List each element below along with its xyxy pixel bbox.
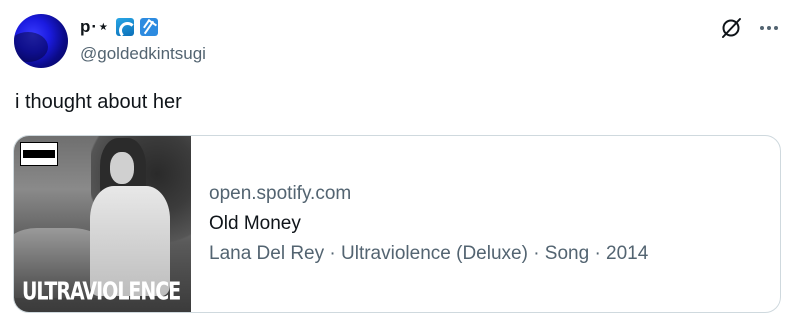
card-domain: open.spotify.com: [209, 183, 352, 204]
avatar[interactable]: [14, 14, 68, 68]
card-text[interactable]: open.spotify.com Old Money Lana Del Rey …: [209, 183, 648, 265]
author-name-row[interactable]: p·⋆: [80, 16, 158, 39]
water-wave-icon: [115, 18, 136, 39]
card-title: Old Money: [209, 213, 301, 234]
tweet-text: i thought about her: [15, 91, 182, 113]
parental-advisory-label: [20, 142, 58, 166]
card-description: Lana Del Rey · Ultraviolence (Deluxe) · …: [209, 243, 649, 264]
display-name[interactable]: p·⋆: [80, 17, 110, 37]
link-card[interactable]: ULTRAVIOLENCE open.spotify.com Old Money…: [13, 135, 781, 313]
album-art-face: [110, 152, 134, 184]
author-handle[interactable]: @goldedkintsugi: [80, 44, 206, 64]
album-art[interactable]: ULTRAVIOLENCE: [14, 136, 191, 312]
album-art-title: ULTRAVIOLENCE: [22, 277, 181, 306]
more-icon[interactable]: [757, 17, 781, 39]
sheaf-icon: [139, 18, 158, 36]
grok-icon[interactable]: [720, 17, 742, 39]
